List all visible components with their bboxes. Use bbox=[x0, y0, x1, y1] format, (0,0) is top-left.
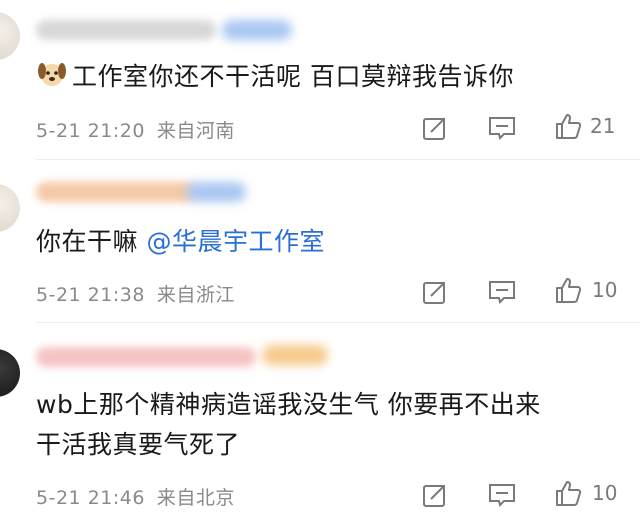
comment-date: 5-21 21:38 bbox=[36, 284, 145, 306]
avatar[interactable] bbox=[0, 12, 20, 60]
comment-body-line-1: wb上那个精神病造谣我没生气 你要再不出来 bbox=[36, 390, 541, 419]
thumbs-up-icon bbox=[556, 114, 582, 139]
comment-text: wb上那个精神病造谣我没生气 你要再不出来 干活我真要气死了 bbox=[36, 387, 620, 463]
share-icon bbox=[423, 118, 445, 140]
comment-3: wb上那个精神病造谣我没生气 你要再不出来 干活我真要气死了 5-21 21:4… bbox=[0, 323, 640, 529]
comment-location: 来自北京 bbox=[156, 487, 235, 509]
user-badge-blurred bbox=[262, 345, 328, 365]
comment-meta: 5-21 21:46 来自北京 bbox=[36, 483, 247, 510]
like-button[interactable]: 10 bbox=[554, 276, 617, 304]
comment-1: 工作室你还不干活呢 百口莫辩我告诉你 5-21 21:20 来自河南 21 bbox=[0, 0, 640, 160]
comment-meta: 5-21 21:38 来自浙江 bbox=[36, 280, 247, 307]
username-blurred[interactable] bbox=[36, 20, 216, 40]
comment-icon bbox=[489, 117, 515, 140]
username-blurred[interactable] bbox=[36, 182, 196, 202]
like-count: 10 bbox=[592, 278, 618, 302]
comment-location: 来自浙江 bbox=[156, 284, 235, 306]
comment-meta: 5-21 21:20 来自河南 bbox=[36, 116, 247, 143]
thumbs-up-icon bbox=[556, 481, 582, 506]
comment-body: 工作室你还不干活呢 百口莫辩我告诉你 bbox=[72, 62, 514, 91]
comment-location: 来自河南 bbox=[156, 120, 235, 142]
reply-button[interactable] bbox=[488, 114, 516, 142]
share-icon bbox=[423, 282, 445, 304]
reply-button[interactable] bbox=[488, 481, 516, 509]
user-badge-blurred bbox=[186, 182, 246, 202]
avatar[interactable] bbox=[0, 184, 20, 232]
comment-date: 5-21 21:20 bbox=[36, 120, 145, 142]
comment-icon bbox=[489, 281, 515, 304]
comment-body-line-2: 干活我真要气死了 bbox=[36, 430, 241, 459]
share-icon bbox=[423, 485, 445, 507]
username-blurred[interactable] bbox=[36, 347, 256, 367]
comment-2: 你在干嘛 @华晨宇工作室 5-21 21:38 来自浙江 10 bbox=[0, 160, 640, 322]
mention-link[interactable]: @华晨宇工作室 bbox=[146, 227, 325, 256]
share-button[interactable] bbox=[422, 278, 448, 306]
comment-icon bbox=[489, 484, 515, 507]
like-button[interactable]: 10 bbox=[554, 479, 617, 507]
reply-button[interactable] bbox=[488, 278, 516, 306]
share-button[interactable] bbox=[422, 481, 448, 509]
like-count: 21 bbox=[590, 114, 616, 138]
dog-face-icon bbox=[36, 58, 68, 90]
thumbs-up-icon bbox=[556, 278, 582, 303]
like-count: 10 bbox=[592, 481, 618, 505]
user-badge-blurred bbox=[222, 20, 292, 40]
like-button[interactable]: 21 bbox=[554, 112, 615, 140]
comment-date: 5-21 21:46 bbox=[36, 487, 145, 509]
comment-text: 工作室你还不干活呢 百口莫辩我告诉你 bbox=[36, 58, 620, 95]
comment-text: 你在干嘛 @华晨宇工作室 bbox=[36, 224, 620, 260]
avatar[interactable] bbox=[0, 349, 20, 397]
comment-body: 你在干嘛 bbox=[36, 227, 147, 256]
share-button[interactable] bbox=[422, 114, 448, 142]
